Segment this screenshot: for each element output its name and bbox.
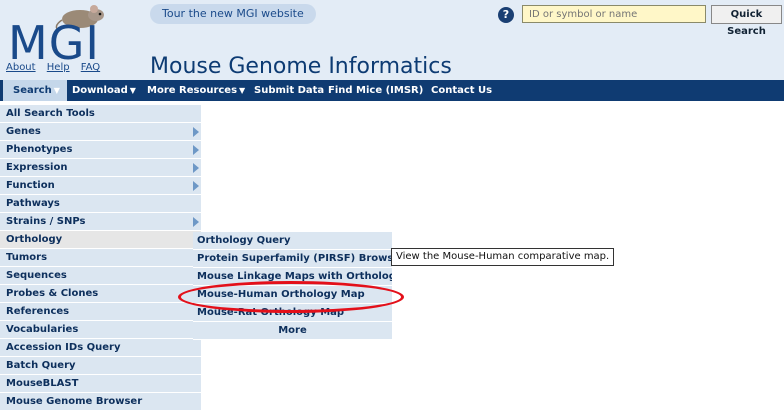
menu-item-label: References [6, 306, 70, 317]
menu-item-label: Vocabularies [6, 324, 79, 335]
submenu-item-mouse-human-orthology-map[interactable]: Mouse-Human Orthology Map [193, 286, 392, 304]
menu-item-label: Expression [6, 162, 68, 173]
faq-link[interactable]: FAQ [81, 62, 100, 73]
submenu-item-linkage-maps[interactable]: Mouse Linkage Maps with Orthologs [193, 268, 392, 286]
menu-item-label: Sequences [6, 270, 67, 281]
logo-text: MGI [8, 16, 100, 70]
top-links: About Help FAQ [6, 62, 108, 73]
caret-down-icon: ▼ [53, 86, 60, 95]
menu-item-pathways[interactable]: Pathways [0, 195, 201, 213]
menu-item-vocabularies[interactable]: Vocabularies [0, 321, 201, 339]
menu-item-probes-clones[interactable]: Probes & Clones [0, 285, 201, 303]
nav-search-label: Search [13, 85, 52, 96]
menu-item-label: All Search Tools [6, 108, 95, 119]
menu-item-label: MouseBLAST [6, 378, 79, 389]
menu-item-label: Pathways [6, 198, 60, 209]
mgi-logo[interactable]: MGI [2, 5, 110, 66]
main-nav: Search ▼ Download ▼ More Resources ▼ Submit… [0, 80, 784, 101]
submenu-arrow-icon [193, 127, 199, 137]
nav-download[interactable]: Download ▼ [72, 80, 136, 101]
menu-item-expression[interactable]: Expression [0, 159, 201, 177]
submenu-item-more[interactable]: More [193, 322, 392, 340]
menu-item-batch-query[interactable]: Batch Query [0, 357, 201, 375]
menu-item-phenotypes[interactable]: Phenotypes [0, 141, 201, 159]
help-question-icon[interactable]: ? [498, 7, 514, 23]
nav-download-label: Download [72, 85, 128, 96]
menu-item-label: Function [6, 180, 55, 191]
nav-submit-data-label: Submit Data [254, 85, 325, 96]
menu-item-mouse-genome-browser[interactable]: Mouse Genome Browser [0, 393, 201, 411]
submenu-item-pirsf-browser[interactable]: Protein Superfamily (PIRSF) Browser [193, 250, 392, 268]
menu-item-genes[interactable]: Genes [0, 123, 201, 141]
menu-item-sequences[interactable]: Sequences [0, 267, 201, 285]
menu-item-label: Strains / SNPs [6, 216, 86, 227]
caret-down-icon: ▼ [239, 86, 246, 95]
menu-item-all-search-tools[interactable]: All Search Tools [0, 105, 201, 123]
nav-contact-us-label: Contact Us [431, 85, 493, 96]
menu-item-label: Mouse Genome Browser [6, 396, 143, 407]
search-dropdown-menu: All Search Tools Genes Phenotypes Expres… [0, 105, 201, 411]
about-link[interactable]: About [6, 62, 36, 73]
submenu-item-mouse-rat-orthology-map[interactable]: Mouse-Rat Orthology Map [193, 304, 392, 322]
menu-item-label: Tumors [6, 252, 48, 263]
menu-item-orthology[interactable]: Orthology [0, 231, 201, 249]
nav-find-mice-label: Find Mice (IMSR) [328, 85, 424, 96]
quick-search-input[interactable] [522, 5, 706, 23]
menu-item-strains-snps[interactable]: Strains / SNPs [0, 213, 201, 231]
nav-submit-data[interactable]: Submit Data [254, 80, 324, 101]
submenu-arrow-icon [193, 145, 199, 155]
nav-search[interactable]: Search ▼ [3, 80, 67, 101]
submenu-arrow-icon [193, 217, 199, 227]
nav-more-resources[interactable]: More Resources ▼ [147, 80, 245, 101]
site-header: MGI About Help FAQ Tour the new MGI webs… [0, 0, 784, 80]
submenu-arrow-icon [193, 163, 199, 173]
tour-new-site-button[interactable]: Tour the new MGI website [150, 4, 316, 24]
quick-search-button[interactable]: Quick Search [711, 5, 782, 37]
menu-item-mouseblast[interactable]: MouseBLAST [0, 375, 201, 393]
submenu-item-orthology-query[interactable]: Orthology Query [193, 232, 392, 250]
menu-item-function[interactable]: Function [0, 177, 201, 195]
menu-item-references[interactable]: References [0, 303, 201, 321]
nav-more-resources-label: More Resources [147, 85, 238, 96]
menu-item-label: Probes & Clones [6, 288, 99, 299]
orthology-submenu: Orthology Query Protein Superfamily (PIR… [193, 232, 392, 340]
menu-item-label: Phenotypes [6, 144, 73, 155]
tooltip: View the Mouse-Human comparative map. [391, 248, 615, 266]
menu-item-label: Accession IDs Query [6, 342, 121, 353]
menu-item-label: Genes [6, 126, 41, 137]
menu-item-accession-ids-query[interactable]: Accession IDs Query [0, 339, 201, 357]
menu-item-tumors[interactable]: Tumors [0, 249, 201, 267]
submenu-arrow-icon [193, 181, 199, 191]
nav-contact-us[interactable]: Contact Us [431, 80, 492, 101]
caret-down-icon: ▼ [129, 86, 136, 95]
menu-item-label: Orthology [6, 234, 63, 245]
menu-item-label: Batch Query [6, 360, 76, 371]
site-title: Mouse Genome Informatics [150, 54, 452, 79]
help-link[interactable]: Help [47, 62, 70, 73]
nav-find-mice[interactable]: Find Mice (IMSR) [328, 80, 423, 101]
